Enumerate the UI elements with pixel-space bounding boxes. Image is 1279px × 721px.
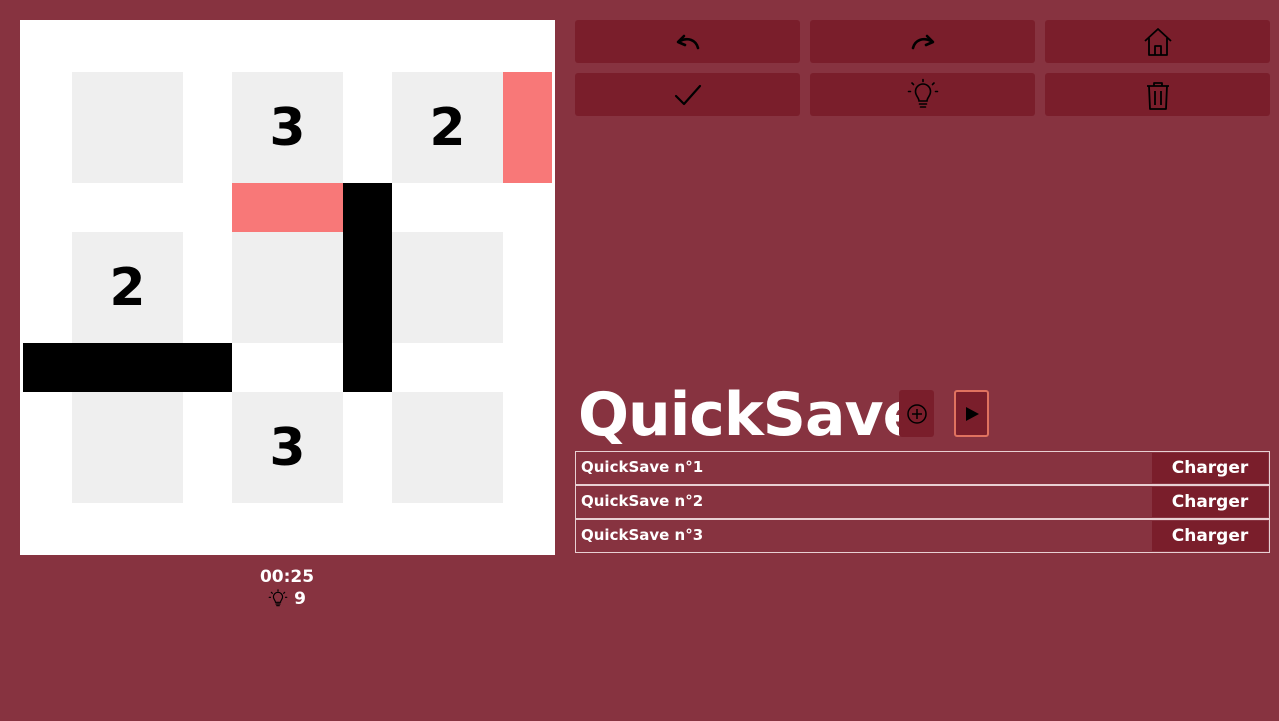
check-button[interactable] xyxy=(575,73,800,116)
edge-line-vertical[interactable] xyxy=(343,183,392,392)
cell-1-2[interactable] xyxy=(392,232,503,343)
quicksave-slot-1: QuickSave n°1 Charger xyxy=(575,451,1270,485)
edge-marked-below-0-1[interactable] xyxy=(232,183,343,232)
quicksave-title: QuickSave xyxy=(578,380,923,450)
status-panel: 00:25 9 xyxy=(207,566,367,610)
load-button[interactable]: Charger xyxy=(1152,487,1268,517)
redo-icon xyxy=(911,34,934,49)
cell-2-2[interactable] xyxy=(392,392,503,503)
plus-circle-icon xyxy=(906,403,927,424)
cell-1-1[interactable] xyxy=(232,232,343,343)
puzzle-grid: 3 2 2 3 xyxy=(23,23,552,552)
load-button[interactable]: Charger xyxy=(1152,521,1268,551)
load-button[interactable]: Charger xyxy=(1152,453,1268,483)
lightbulb-icon xyxy=(268,589,288,607)
hints-count: 9 xyxy=(294,589,306,609)
hint-button[interactable] xyxy=(810,73,1035,116)
play-quicksave-button[interactable] xyxy=(954,390,989,437)
puzzle-board: 3 2 2 3 xyxy=(20,20,555,555)
cell-2-1[interactable]: 3 xyxy=(232,392,343,503)
cell-1-0[interactable]: 2 xyxy=(72,232,183,343)
edge-line-horizontal[interactable] xyxy=(23,343,232,392)
trash-icon xyxy=(1146,81,1169,110)
redo-button[interactable] xyxy=(810,20,1035,63)
quicksave-slot-label: QuickSave n°3 xyxy=(581,526,704,544)
cell-0-0[interactable] xyxy=(72,72,183,183)
quicksave-slot-3: QuickSave n°3 Charger xyxy=(575,519,1270,553)
add-quicksave-button[interactable] xyxy=(899,390,934,437)
hints-counter: 9 xyxy=(207,588,367,610)
cell-0-1[interactable]: 3 xyxy=(232,72,343,183)
play-icon xyxy=(965,406,979,421)
timer: 00:25 xyxy=(259,567,315,587)
delete-button[interactable] xyxy=(1045,73,1270,116)
cell-0-2[interactable]: 2 xyxy=(392,72,503,183)
home-button[interactable] xyxy=(1045,20,1270,63)
home-icon xyxy=(1143,27,1172,56)
edge-marked-right-0-2[interactable] xyxy=(503,72,552,183)
undo-button[interactable] xyxy=(575,20,800,63)
check-icon xyxy=(674,84,701,105)
quicksave-slot-label: QuickSave n°2 xyxy=(581,492,704,510)
cell-2-0[interactable] xyxy=(72,392,183,503)
quicksave-slot-2: QuickSave n°2 Charger xyxy=(575,485,1270,519)
quicksave-slot-label: QuickSave n°1 xyxy=(581,458,704,476)
undo-icon xyxy=(676,34,699,49)
lightbulb-icon xyxy=(907,78,938,108)
